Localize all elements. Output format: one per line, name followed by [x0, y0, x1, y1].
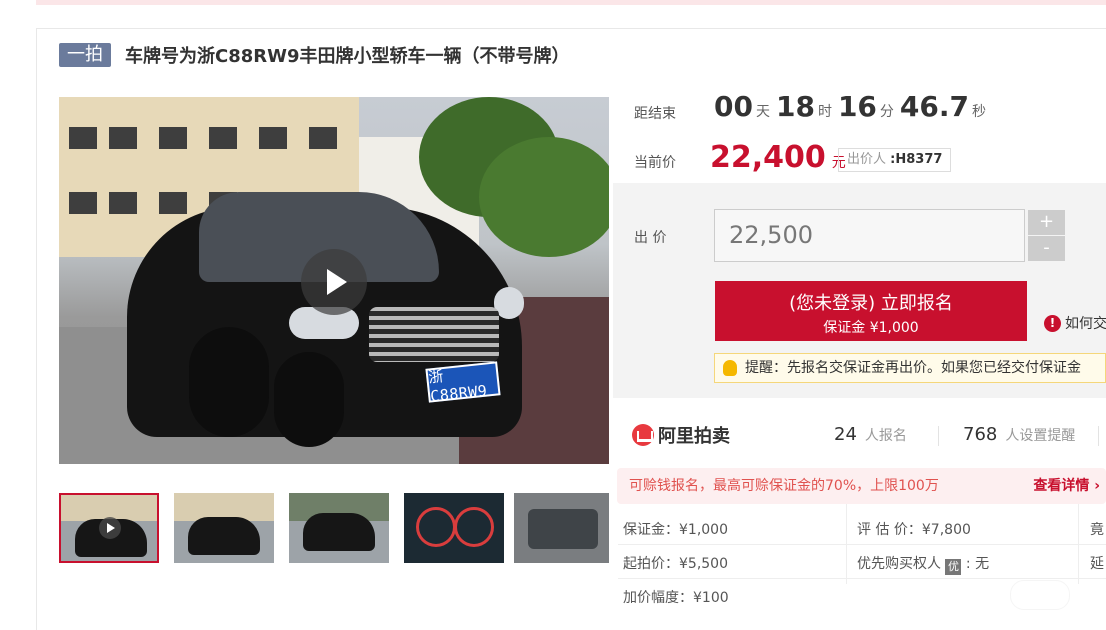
thumbnail-video[interactable]: [59, 493, 159, 563]
priority-badge: 优: [945, 559, 962, 575]
ali-auction-icon: [632, 424, 654, 446]
priority-buyer-info: 优先购买权人 优 : 无: [857, 553, 989, 575]
minutes-unit: 分: [879, 104, 894, 120]
thumbnail-engine[interactable]: [514, 493, 609, 563]
thumbnail-photo[interactable]: [174, 493, 274, 563]
bidder-label: 出价人: [847, 152, 887, 167]
reminder-count: 768 人设置提醒: [963, 424, 1075, 445]
main-photo[interactable]: 浙C88RW9: [59, 97, 609, 464]
loan-detail-link[interactable]: 查看详情 ›: [1033, 468, 1100, 504]
signup-count: 24 人报名: [834, 424, 907, 445]
info-icon: !: [1044, 314, 1061, 332]
signup-count-value: 24: [834, 424, 857, 445]
page-title: 车牌号为浙C88RW9丰田牌小型轿车一辆（不带号牌）: [125, 46, 570, 67]
reminder-count-text: 人设置提醒: [1005, 428, 1076, 444]
how-to-pay-text: 如何交: [1065, 316, 1106, 332]
priority-buyer-label: 优先购买权人: [857, 556, 941, 572]
signup-button[interactable]: (您未登录) 立即报名 保证金 ¥1,000: [715, 281, 1027, 341]
bid-increase-button[interactable]: +: [1028, 210, 1065, 235]
how-to-pay-link[interactable]: ! 如何交: [1044, 313, 1106, 333]
hours-unit: 时: [817, 104, 832, 120]
bidder-id: :H8377: [890, 152, 943, 167]
deposit-info: 保证金：¥1,000: [623, 522, 728, 538]
thumbnail-dashboard[interactable]: [404, 493, 504, 563]
divider: [618, 578, 1106, 579]
countdown-days: 00: [714, 90, 753, 123]
loan-banner: 可赊钱报名，最高可赊保证金的70%，上限100万 查看详情 ›: [617, 468, 1106, 504]
truncated-info: 竟: [1090, 522, 1104, 538]
bid-label: 出 价: [634, 230, 667, 246]
current-price-label: 当前价: [634, 155, 676, 171]
start-price-info: 起拍价：¥5,500: [623, 556, 728, 572]
increment-info: 加价幅度：¥100: [623, 590, 729, 606]
auction-type-tag: 一拍: [59, 43, 111, 67]
play-icon[interactable]: [301, 249, 367, 315]
wheel: [189, 327, 269, 437]
reminder-banner: 提醒：先报名交保证金再出价。如果您已经交付保证金: [714, 353, 1106, 383]
appraisal-info: 评 估 价：¥7,800: [857, 522, 971, 538]
platform-name: 阿里拍卖: [658, 426, 730, 447]
seconds-unit: 秒: [972, 104, 986, 120]
reminder-count-value: 768: [963, 424, 998, 445]
countdown-seconds: 46.7: [899, 90, 969, 123]
signup-deposit-label: 保证金 ¥1,000: [823, 320, 919, 336]
divider: [1098, 426, 1099, 446]
current-price: 22,400 元: [710, 140, 846, 175]
bid-decrease-button[interactable]: -: [1028, 236, 1065, 261]
countdown-label: 距结束: [634, 106, 676, 122]
top-strip: [36, 0, 1106, 5]
title-row: 一拍 车牌号为浙C88RW9丰田牌小型轿车一辆（不带号牌）: [59, 42, 570, 68]
thumbnail-strip: [59, 493, 609, 563]
divider: [618, 544, 1106, 545]
lightbulb-icon: [723, 360, 737, 376]
days-unit: 天: [755, 104, 770, 120]
loan-text: 可赊钱报名，最高可赊保证金的70%，上限100万: [629, 478, 939, 494]
current-price-value: 22,400: [710, 140, 826, 175]
grille: [369, 307, 499, 362]
truncated-info: 延: [1090, 556, 1104, 572]
signup-button-label: (您未登录) 立即报名: [789, 293, 953, 314]
license-plate: 浙C88RW9: [425, 361, 501, 405]
divider: [938, 426, 939, 446]
bid-amount-input[interactable]: 22,500: [714, 209, 1025, 262]
countdown-timer: 00 天 18 时 16 分 46.7 秒: [714, 90, 992, 123]
watermark: [1010, 580, 1070, 610]
thumbnail-photo[interactable]: [289, 493, 389, 563]
reminder-text: 提醒：先报名交保证金再出价。如果您已经交付保证金: [745, 360, 1081, 376]
ali-auction-logo[interactable]: 阿里拍卖: [632, 422, 730, 448]
countdown-minutes: 16: [837, 90, 877, 123]
priority-buyer-value: : 无: [965, 556, 990, 572]
tree: [479, 137, 609, 257]
countdown-hours: 18: [775, 90, 815, 123]
bidder-badge: 出价人 :H8377: [838, 148, 952, 172]
signup-count-text: 人报名: [864, 428, 907, 444]
play-icon: [99, 517, 121, 539]
wheel: [274, 352, 344, 447]
